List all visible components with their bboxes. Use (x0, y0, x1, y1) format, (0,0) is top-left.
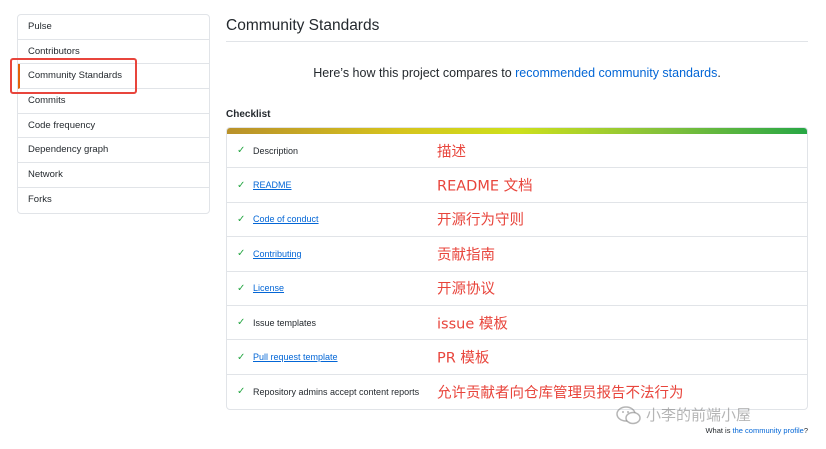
license-link[interactable]: License (253, 283, 284, 293)
checklist-row-contributing: ✓ Contributing 贡献指南 (227, 237, 807, 272)
sidebar-item-code-frequency[interactable]: Code frequency (18, 114, 209, 139)
check-icon: ✓ (237, 213, 246, 225)
contributing-link[interactable]: Contributing (253, 249, 302, 259)
intro-text-end: . (717, 66, 721, 80)
annotation-text: 开源协议 (437, 281, 495, 298)
check-icon: ✓ (237, 145, 246, 157)
checklist-label: Description (253, 145, 299, 156)
check-icon: ✓ (237, 179, 246, 191)
checklist-label: Repository admins accept content reports (253, 386, 420, 397)
annotation-text: 贡献指南 (437, 247, 495, 264)
annotation-text: PR 模板 (437, 350, 490, 367)
intro-text: Here’s how this project compares to reco… (226, 66, 808, 86)
check-icon: ✓ (237, 248, 246, 260)
sidebar-item-community-standards[interactable]: Community Standards (18, 64, 209, 90)
checklist-row-description: ✓ Description 描述 (227, 134, 807, 169)
sidebar-item-commits[interactable]: Commits (18, 89, 209, 114)
wechat-icon (616, 405, 641, 424)
check-icon: ✓ (237, 282, 246, 294)
sidebar-item-contributors[interactable]: Contributors (18, 40, 209, 65)
sidebar-item-forks[interactable]: Forks (18, 188, 209, 213)
community-profile-note: What is the community profile? (705, 426, 808, 435)
main-content: Community Standards Here’s how this proj… (226, 14, 808, 411)
checklist-label: Issue templates (253, 317, 317, 328)
annotation-text: 描述 (437, 144, 466, 161)
annotation-text: issue 模板 (437, 316, 508, 333)
annotation-text: 允许贡献者向仓库管理员报告不法行为 (437, 385, 684, 402)
checklist-row-license: ✓ License 开源协议 (227, 272, 807, 306)
pull-request-template-link[interactable]: Pull request template (253, 352, 338, 362)
checklist-row-readme: ✓ README README 文档 (227, 168, 807, 203)
code-of-conduct-link[interactable]: Code of conduct (253, 214, 319, 224)
annotation-text: README 文档 (437, 178, 533, 195)
sidebar-item-dependency-graph[interactable]: Dependency graph (18, 138, 209, 164)
insights-sidebar: Pulse Contributors Community Standards C… (17, 14, 210, 214)
checklist-row-issue-templates: ✓ Issue templates issue 模板 (227, 306, 807, 341)
checklist-row-pull-request-template: ✓ Pull request template PR 模板 (227, 340, 807, 375)
check-icon: ✓ (237, 317, 246, 329)
sidebar-item-network[interactable]: Network (18, 163, 209, 188)
recommended-standards-link[interactable]: recommended community standards (515, 66, 717, 80)
checklist-heading: Checklist (226, 109, 271, 120)
community-profile-link[interactable]: the community profile (733, 426, 804, 435)
checklist-row-code-of-conduct: ✓ Code of conduct 开源行为守则 (227, 203, 807, 238)
check-icon: ✓ (237, 386, 246, 398)
readme-link[interactable]: README (253, 180, 292, 190)
annotation-text: 开源行为守则 (437, 212, 524, 229)
watermark-text: 小李的前端小屋 (646, 406, 752, 424)
sidebar-item-pulse[interactable]: Pulse (18, 15, 209, 40)
footer-end: ? (803, 426, 808, 435)
check-icon: ✓ (237, 351, 246, 363)
intro-text-start: Here’s how this project compares to (313, 66, 516, 80)
checklist-box: ✓ Description 描述 ✓ README README 文档 ✓ Co… (226, 127, 808, 411)
footer-text: What is (705, 426, 733, 435)
watermark: 小李的前端小屋 (616, 404, 751, 425)
page-title: Community Standards (226, 14, 808, 42)
